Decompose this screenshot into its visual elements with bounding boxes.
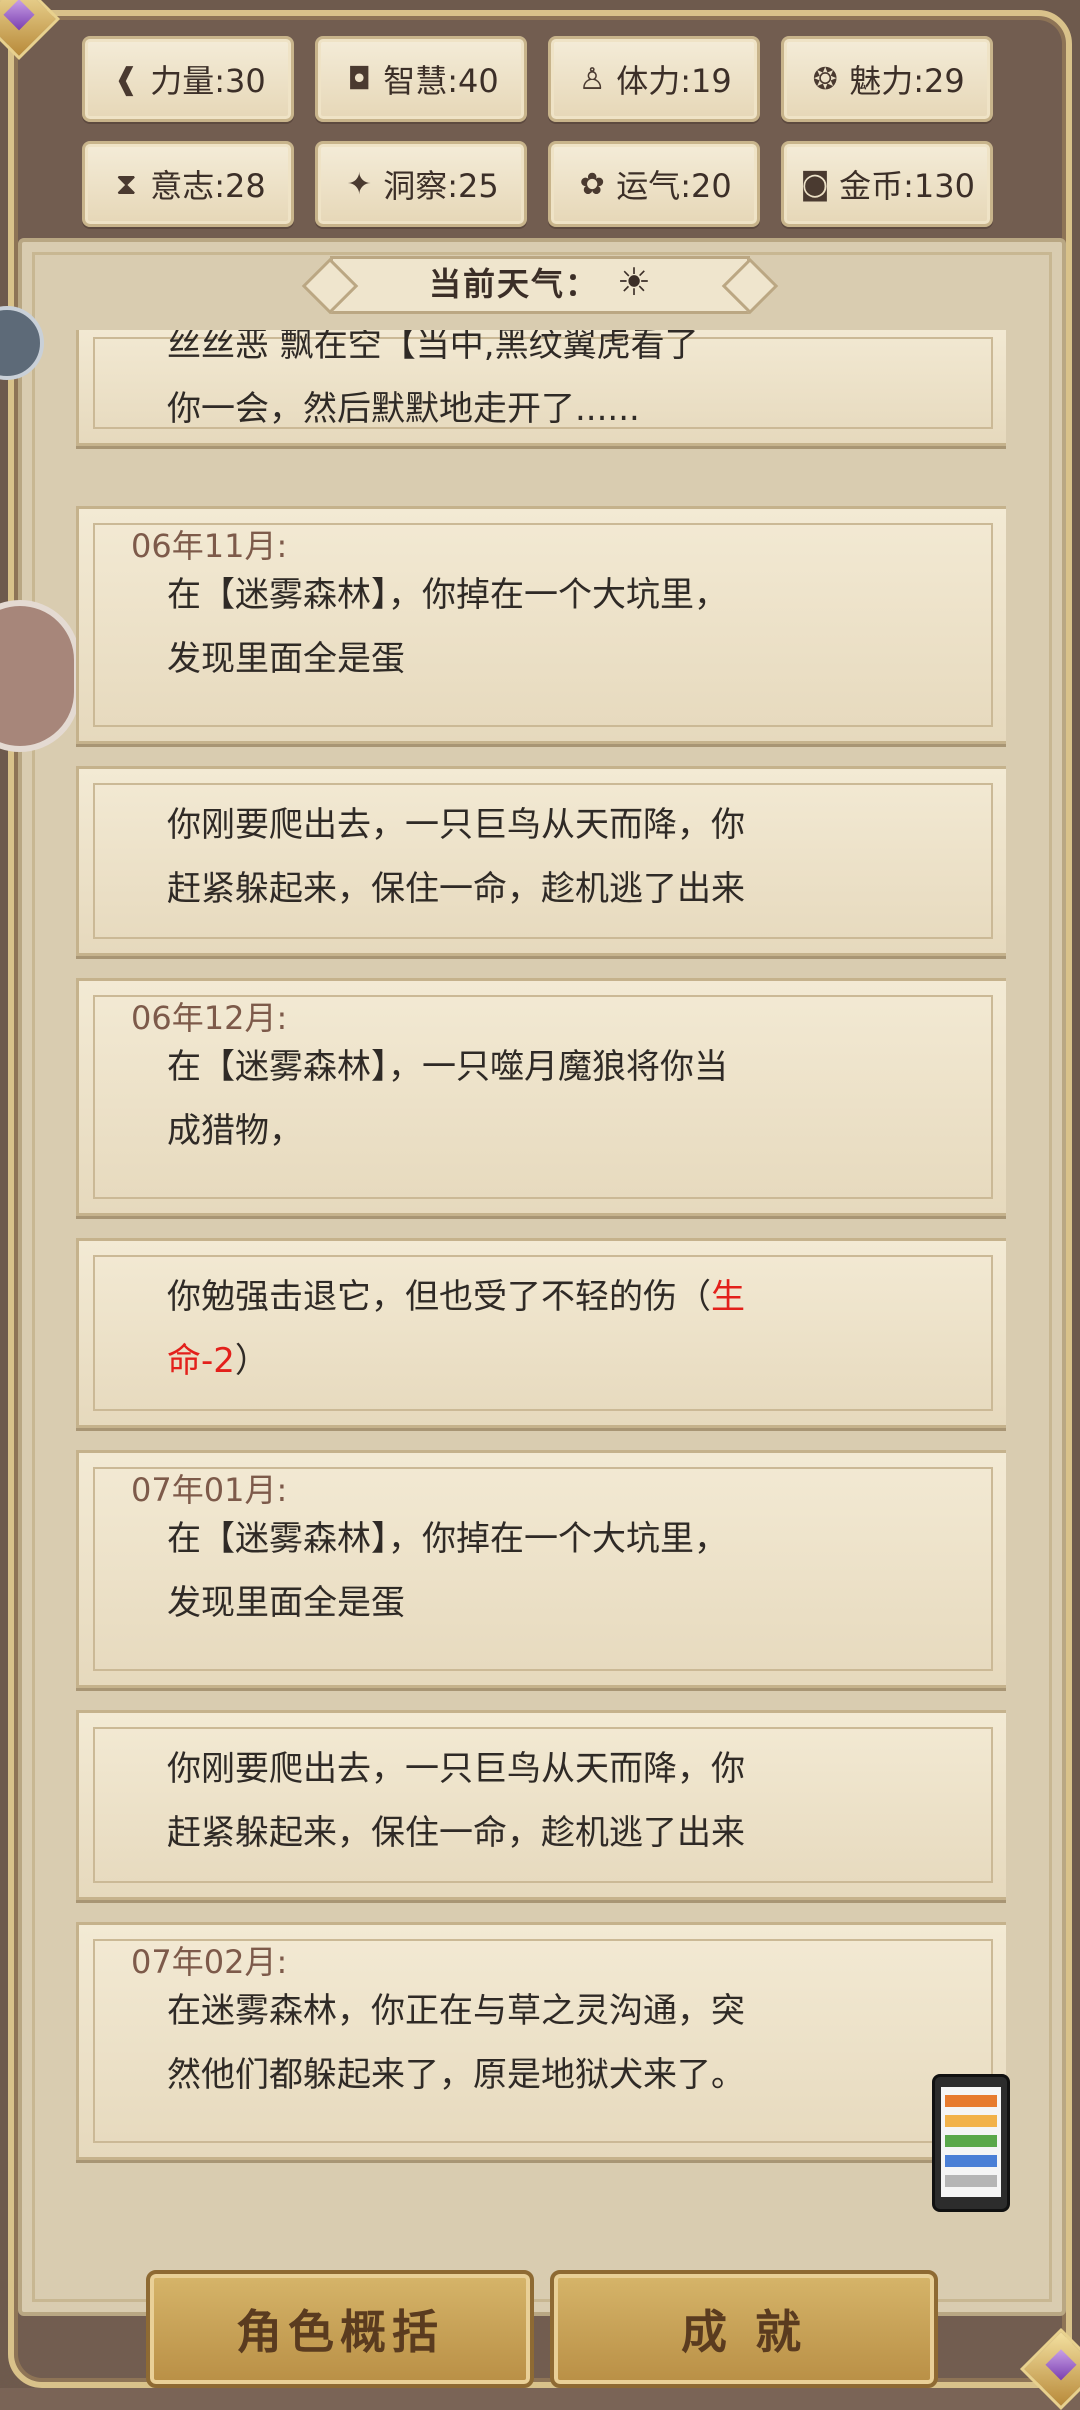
log-entry: 丝丝恶 飘在空【当中,黑纹翼虎看了 你一会，然后默默地走开了...... <box>76 330 1006 446</box>
stat-charm[interactable]: ❂ 魅力:29 <box>781 36 993 122</box>
stat-label: 金币:130 <box>839 167 975 205</box>
log-entry: 你勉强击退它，但也受了不轻的伤（生 命-2） <box>76 1238 1006 1428</box>
life-change-text: 生 <box>711 1277 745 1317</box>
stats-grid: ❰ 力量:30 ◘ 智慧:40 ♙ 体力:19 ❂ 魅力:29 ⧗ 意志:28 … <box>82 36 994 227</box>
log-text: 在【迷雾森林】，一只噬月魔狼将你当 成猎物， <box>167 1047 728 1151</box>
hourglass-icon: ⧗ <box>115 166 137 202</box>
log-text: 在【迷雾森林】，你掉在一个大坑里， 发现里面全是蛋 <box>167 1519 728 1623</box>
phone-screen <box>941 2087 1001 2197</box>
log-date: 06年12月: <box>131 999 288 1037</box>
stat-stamina[interactable]: ♙ 体力:19 <box>548 36 760 122</box>
stat-label: 体力:19 <box>616 62 732 100</box>
log-text: 你刚要爬出去，一只巨鸟从天而降，你 赶紧躲起来，保住一命，趁机逃了出来 <box>167 1749 745 1853</box>
weather-label: 当前天气： <box>428 265 599 303</box>
coin-icon: ◙ <box>800 166 830 202</box>
phone-float-icon[interactable] <box>932 2074 1010 2212</box>
stat-label: 意志:28 <box>150 167 266 205</box>
log-entry: 06年12月: 在【迷雾森林】，一只噬月魔狼将你当 成猎物， <box>76 978 1006 1216</box>
book-icon: ◘ <box>347 61 372 97</box>
log-text: 你刚要爬出去，一只巨鸟从天而降，你 赶紧躲起来，保住一命，趁机逃了出来 <box>167 805 745 909</box>
stat-gold[interactable]: ◙ 金币:130 <box>781 141 993 227</box>
log-text: 你勉强击退它，但也受了不轻的伤（生 命-2） <box>167 1277 745 1381</box>
log-entry: 07年02月: 在迷雾森林，你正在与草之灵沟通，突 然他们都躲起来了，原是地狱犬… <box>76 1922 1006 2160</box>
log-text: 丝丝恶 飘在空【当中,黑纹翼虎看了 你一会，然后默默地走开了...... <box>167 330 699 429</box>
log-text: 在迷雾森林，你正在与草之灵沟通，突 然他们都躲起来了，原是地狱犬来了。 <box>167 1991 745 2095</box>
stat-label: 运气:20 <box>616 167 732 205</box>
charm-icon: ❂ <box>812 61 838 97</box>
flower-icon: ✿ <box>579 166 605 202</box>
log-text: 在【迷雾森林】，你掉在一个大坑里， 发现里面全是蛋 <box>167 575 728 679</box>
stat-wisdom[interactable]: ◘ 智慧:40 <box>315 36 527 122</box>
wolf-icon: ✦ <box>346 166 372 202</box>
log-entry: 07年01月: 在【迷雾森林】，你掉在一个大坑里， 发现里面全是蛋 <box>76 1450 1006 1688</box>
log-entry: 06年11月: 在【迷雾森林】，你掉在一个大坑里， 发现里面全是蛋 <box>76 506 1006 744</box>
log-date: 07年01月: <box>131 1471 288 1509</box>
log-date: 07年02月: <box>131 1943 288 1981</box>
stat-luck[interactable]: ✿ 运气:20 <box>548 141 760 227</box>
life-change-text: 命-2 <box>167 1341 235 1381</box>
sun-icon: ☀ <box>616 260 652 304</box>
arm-icon: ❰ <box>113 61 139 97</box>
stat-strength[interactable]: ❰ 力量:30 <box>82 36 294 122</box>
log-entry: 你刚要爬出去，一只巨鸟从天而降，你 赶紧躲起来，保住一命，趁机逃了出来 <box>76 766 1006 956</box>
achievement-button[interactable]: 成 就 <box>550 2270 938 2388</box>
stat-label: 魅力:29 <box>849 62 965 100</box>
person-icon: ♙ <box>578 61 606 97</box>
log-entry: 你刚要爬出去，一只巨鸟从天而降，你 赶紧躲起来，保住一命，趁机逃了出来 <box>76 1710 1006 1900</box>
log-date: 06年11月: <box>131 527 288 565</box>
character-overview-button[interactable]: 角色概括 <box>146 2270 534 2388</box>
stat-insight[interactable]: ✦ 洞察:25 <box>315 141 527 227</box>
stat-label: 智慧:40 <box>383 62 499 100</box>
stat-label: 力量:30 <box>150 62 266 100</box>
stat-label: 洞察:25 <box>383 167 499 205</box>
weather-banner: 当前天气： ☀ <box>301 252 779 315</box>
app-frame: ❰ 力量:30 ◘ 智慧:40 ♙ 体力:19 ❂ 魅力:29 ⧗ 意志:28 … <box>0 0 1080 2410</box>
stat-will[interactable]: ⧗ 意志:28 <box>82 141 294 227</box>
event-log-list[interactable]: 丝丝恶 飘在空【当中,黑纹翼虎看了 你一会，然后默默地走开了...... 06年… <box>76 330 1006 2210</box>
